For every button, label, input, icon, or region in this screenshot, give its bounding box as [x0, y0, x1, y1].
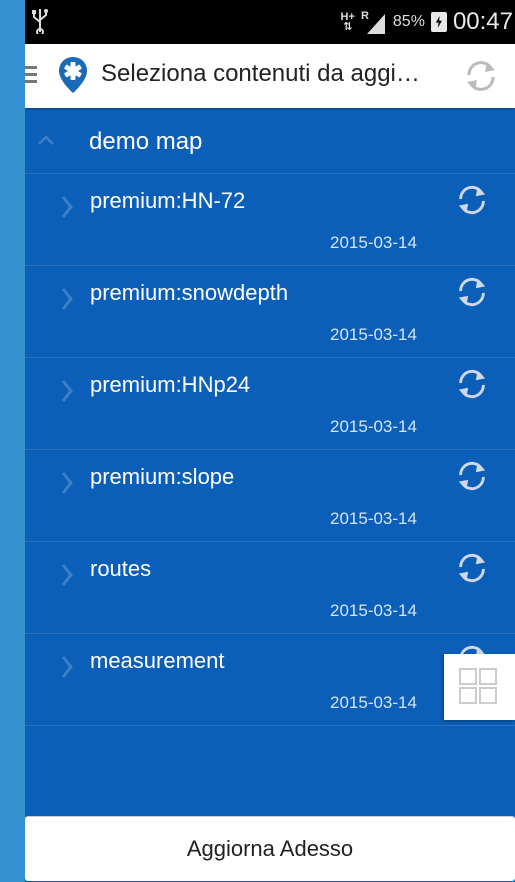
list-item-premium-hn-72[interactable]: premium:HN-72 2015-03-14	[25, 174, 515, 266]
sync-icon[interactable]	[455, 459, 489, 493]
status-right: H+ ⇅ R 85% 00:47	[341, 0, 513, 44]
phone-screen: H+ ⇅ R 85% 00:47 Seleziona contenuti da …	[25, 0, 515, 882]
network-type: H+ ⇅	[341, 12, 355, 33]
group-label: demo map	[89, 128, 203, 155]
sync-icon[interactable]	[455, 367, 489, 401]
item-label: premium:HNp24	[90, 372, 251, 397]
chevron-up-icon	[38, 135, 54, 145]
item-label: premium:snowdepth	[90, 280, 289, 305]
content-list: demo map premium:HN-72 2015-03-14 premiu…	[25, 108, 515, 726]
item-label: premium:HN-72	[90, 188, 246, 213]
chevron-right-icon	[61, 656, 73, 678]
clock: 00:47	[452, 8, 513, 35]
usb-icon	[32, 9, 48, 34]
side-background	[0, 0, 25, 882]
sync-icon[interactable]	[455, 275, 489, 309]
battery-percent: 85%	[392, 13, 425, 30]
sync-icon[interactable]	[455, 183, 489, 217]
item-date: 2015-03-14	[330, 693, 417, 712]
action-bar: Seleziona contenuti da aggi…	[25, 44, 515, 108]
list-item-routes[interactable]: routes 2015-03-14	[25, 542, 515, 634]
group-header-demo-map[interactable]: demo map	[25, 108, 515, 174]
roaming-indicator: R	[361, 10, 369, 22]
status-bar: H+ ⇅ R 85% 00:47	[25, 0, 515, 44]
sync-icon[interactable]	[463, 58, 499, 94]
item-date: 2015-03-14	[330, 233, 417, 252]
list-item-premium-slope[interactable]: premium:slope 2015-03-14	[25, 450, 515, 542]
item-label: routes	[90, 556, 152, 581]
chevron-right-icon	[61, 196, 73, 218]
page-title: Seleziona contenuti da aggi…	[101, 60, 420, 87]
list-item-premium-hnp24[interactable]: premium:HNp24 2015-03-14	[25, 358, 515, 450]
item-date: 2015-03-14	[330, 325, 417, 344]
grid-icon	[459, 668, 497, 704]
update-now-button[interactable]: Aggiorna Adesso	[25, 816, 515, 881]
battery-charging-icon	[430, 12, 447, 32]
item-label: premium:slope	[90, 464, 235, 489]
chevron-right-icon	[61, 380, 73, 402]
chevron-right-icon	[61, 564, 73, 586]
location-pin-icon[interactable]	[58, 56, 88, 94]
hamburger-menu-icon[interactable]	[25, 66, 37, 86]
item-date: 2015-03-14	[330, 509, 417, 528]
list-item-measurement[interactable]: measurement 2015-03-14	[25, 634, 515, 726]
chevron-right-icon	[61, 288, 73, 310]
signal-icon: R	[361, 10, 385, 34]
network-arrows-icon: ⇅	[343, 21, 353, 33]
sync-icon[interactable]	[455, 551, 489, 585]
item-date: 2015-03-14	[330, 417, 417, 436]
chevron-right-icon	[61, 472, 73, 494]
item-label: measurement	[90, 648, 225, 673]
list-item-premium-snowdepth[interactable]: premium:snowdepth 2015-03-14	[25, 266, 515, 358]
item-date: 2015-03-14	[330, 601, 417, 620]
grid-view-button[interactable]	[444, 654, 515, 720]
